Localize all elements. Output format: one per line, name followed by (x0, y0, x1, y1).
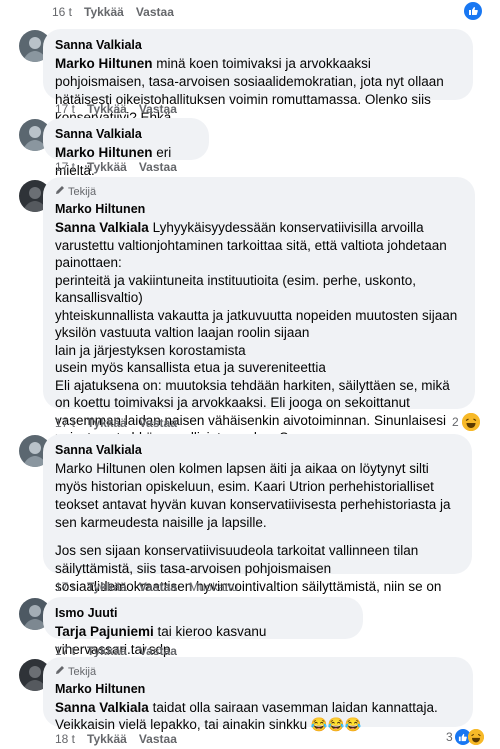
comment-author[interactable]: Sanna Valkiala (55, 126, 197, 142)
reply-button[interactable]: Vastaa (136, 4, 174, 20)
mention-link[interactable]: Marko Hiltunen (55, 145, 153, 160)
comment-actions: 18 t Tykkää Vastaa (55, 731, 177, 747)
timestamp[interactable]: 17 t (55, 159, 75, 175)
pencil-icon (55, 665, 65, 679)
mention-link[interactable]: Tarja Pajuniemi (55, 624, 154, 639)
comment-actions: 17 t Tykkää Vastaa (55, 101, 177, 117)
comment-actions: 17 t Tykkää Vastaa Muokattu (55, 579, 238, 595)
badge-label: Tekijä (68, 186, 97, 198)
reply-button[interactable]: Vastaa (139, 415, 177, 431)
comment-bubble: Sanna Valkiala Marko Hiltunen eri mieltä… (43, 118, 209, 178)
comment-bubble: Sanna Valkiala Marko Hiltunen minä koen … (43, 29, 473, 125)
like-button[interactable]: Tykkää (87, 579, 127, 595)
reply-button[interactable]: Vastaa (139, 101, 177, 117)
pencil-icon (55, 185, 65, 199)
mention-link[interactable]: Sanna Valkiala (55, 220, 149, 235)
timestamp[interactable]: 16 t (52, 4, 72, 20)
badge-label: Tekijä (68, 666, 97, 678)
like-button[interactable]: Tykkää (87, 159, 127, 175)
comment-author[interactable]: Sanna Valkiala (55, 37, 461, 53)
reaction-summary[interactable]: 3 (446, 729, 484, 745)
timestamp[interactable]: 17 t (55, 415, 75, 431)
comment-bubble: Tekijä Marko Hiltunen Sanna Valkiala Lyh… (43, 177, 475, 463)
comment-line: usein myös kansallista etua ja suverenit… (55, 360, 326, 375)
comment-author[interactable]: Sanna Valkiala (55, 442, 460, 458)
comment-bubble: Sanna Valkiala Marko Hiltunen olen kolme… (43, 434, 472, 612)
comment-author[interactable]: Marko Hiltunen (55, 681, 461, 697)
like-button[interactable]: Tykkää (87, 415, 127, 431)
reply-button[interactable]: Vastaa (139, 731, 177, 747)
like-button[interactable]: Tykkää (87, 731, 127, 747)
reaction-count: 3 (446, 730, 453, 744)
comment-bubble: Ismo Juuti Tarja Pajuniemi tai kieroo ka… (43, 597, 363, 657)
comment-actions: 17 t Tykkää Vastaa (55, 415, 177, 431)
laugh-emoji-icon (467, 729, 484, 745)
reply-button[interactable]: Vastaa (139, 159, 177, 175)
mention-link[interactable]: Marko Hiltunen (55, 56, 153, 71)
like-button[interactable]: Tykkää (87, 101, 127, 117)
timestamp[interactable]: 17 t (55, 101, 75, 117)
comment-line: perinteitä ja vakiintuneita instituutioi… (55, 272, 416, 306)
laugh-emoji-icon (461, 413, 480, 431)
comment-line: lain ja järjestyksen korostamista (55, 342, 246, 358)
comment-author[interactable]: Ismo Juuti (55, 605, 351, 621)
author-badge: Tekijä (55, 665, 461, 679)
reaction-summary[interactable] (464, 2, 482, 20)
timestamp[interactable]: 18 t (55, 731, 75, 747)
comment-bubble: Tekijä Marko Hiltunen Sanna Valkiala tai… (43, 657, 473, 732)
author-badge: Tekijä (55, 185, 463, 199)
mention-link[interactable]: Sanna Valkiala (55, 700, 149, 715)
comment-paragraph: Marko Hiltunen olen kolmen lapsen äiti j… (55, 461, 451, 530)
like-button[interactable]: Tykkää (84, 4, 124, 20)
comment-author[interactable]: Marko Hiltunen (55, 201, 463, 217)
thumbs-up-icon (464, 2, 482, 20)
comment-line: yksilön vastuuta valtion laajan roolin s… (55, 325, 310, 340)
top-comment-actions: 16 t Tykkää Vastaa (52, 4, 174, 20)
reply-button[interactable]: Vastaa (139, 579, 177, 595)
comment-actions: 17 t Tykkää Vastaa (55, 159, 177, 175)
comment-line: yhteiskunnallista vakautta ja jatkuvuutt… (55, 307, 458, 323)
timestamp[interactable]: 17 t (55, 579, 75, 595)
reaction-count: 2 (452, 415, 459, 429)
reaction-summary[interactable]: 2 (452, 413, 480, 431)
edited-label[interactable]: Muokattu (189, 579, 238, 595)
